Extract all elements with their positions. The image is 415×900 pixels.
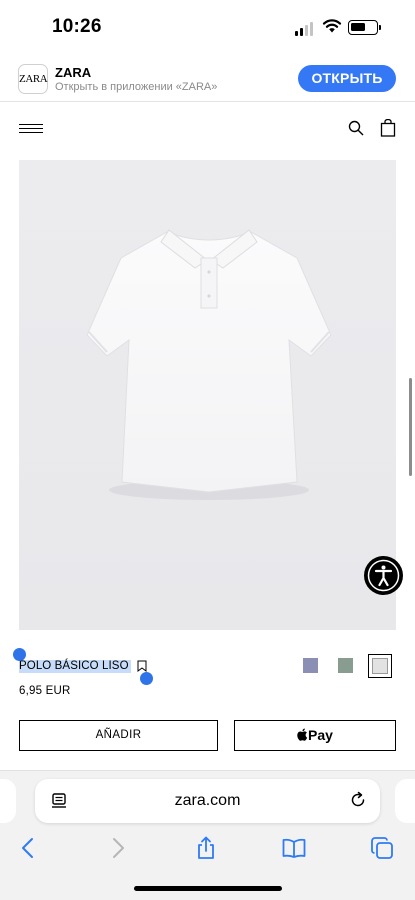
color-swatch-white-selected[interactable] (368, 654, 392, 678)
product-image[interactable] (19, 160, 396, 630)
product-name: POLO BÁSICO LISO (19, 660, 131, 673)
book-icon (282, 838, 306, 858)
color-swatch-lilac[interactable] (303, 658, 318, 673)
selection-end-handle[interactable] (140, 672, 153, 685)
share-button[interactable] (194, 836, 218, 860)
apple-pay-label: Pay (308, 727, 333, 743)
swatch-white-fill (372, 658, 388, 674)
cellular-signal-icon (295, 22, 313, 36)
add-to-cart-button[interactable]: AÑADIR (19, 720, 218, 751)
safari-toolbar: zara.com (0, 770, 415, 900)
selection-start-handle[interactable] (13, 648, 26, 661)
wifi-icon (322, 19, 342, 33)
reload-icon[interactable] (349, 791, 367, 809)
chevron-right-icon (113, 838, 124, 858)
tabs-button[interactable] (370, 836, 394, 860)
next-tab-preview[interactable] (395, 779, 415, 823)
menu-icon[interactable] (19, 124, 43, 134)
bookmarks-button[interactable] (282, 836, 306, 860)
share-icon (198, 836, 214, 859)
polo-shirt-image (86, 229, 332, 500)
address-url: zara.com (174, 792, 241, 809)
add-to-cart-label: AÑADIR (95, 729, 142, 741)
bookmark-icon[interactable] (137, 660, 147, 672)
status-bar: 10:26 (0, 0, 415, 56)
chevron-left-icon (22, 838, 33, 858)
app-banner-subtitle: Открыть в приложении «ZARA» (55, 81, 218, 93)
battery-level (351, 23, 365, 31)
search-icon[interactable] (348, 120, 364, 136)
forward-button[interactable] (106, 836, 130, 860)
battery-icon (348, 20, 381, 35)
color-swatch-green[interactable] (338, 658, 353, 673)
apple-pay-button[interactable]: Pay (234, 720, 396, 751)
address-bar[interactable]: zara.com (35, 779, 380, 823)
back-button[interactable] (16, 836, 40, 860)
product-price: 6,95 EUR (19, 685, 71, 697)
zara-app-logo: ZARA (18, 64, 48, 94)
apple-logo-icon (297, 728, 308, 741)
bag-icon[interactable] (380, 119, 396, 137)
previous-tab-preview[interactable] (0, 779, 16, 823)
page-scrollbar[interactable] (409, 378, 412, 476)
accessibility-icon (367, 559, 400, 592)
accessibility-button[interactable] (364, 556, 403, 595)
open-app-button[interactable]: ОТКРЫТЬ (298, 65, 396, 92)
home-indicator[interactable] (134, 886, 282, 891)
app-banner[interactable]: ZARA ZARA Открыть в приложении «ZARA» ОТ… (0, 56, 415, 102)
tabs-icon (371, 837, 393, 859)
site-header (0, 102, 415, 154)
safari-nav-row (0, 834, 415, 864)
app-banner-name: ZARA (55, 65, 92, 80)
status-time: 10:26 (52, 16, 102, 37)
